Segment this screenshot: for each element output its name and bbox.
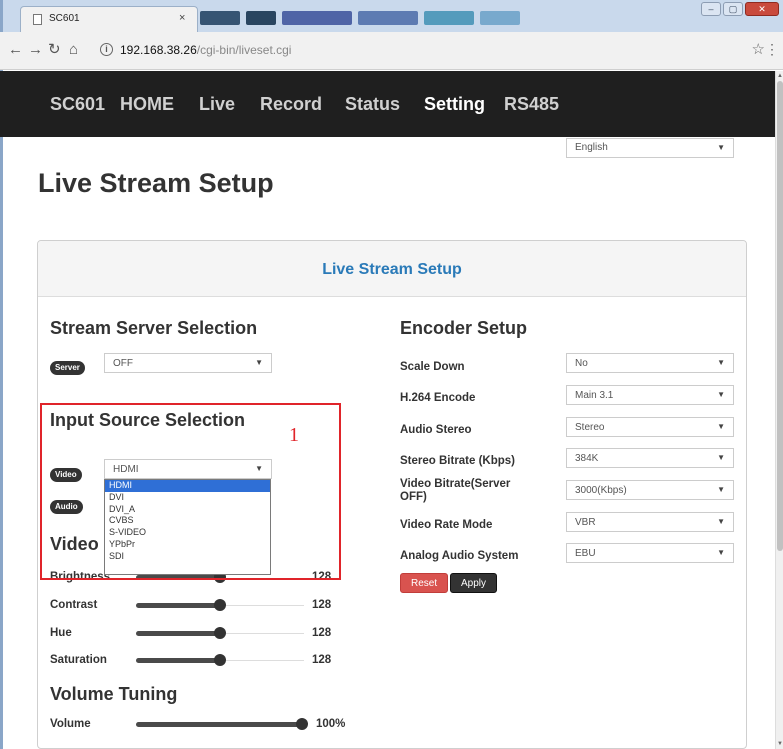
contrast-slider-fill [136, 603, 220, 608]
url-host-text: 192.168.38.26 [120, 43, 197, 57]
scroll-down-icon[interactable]: ▼ [776, 741, 783, 747]
page-scrollbar[interactable]: ▲ ▼ [775, 71, 783, 749]
audio-stereo-value: Stereo [575, 422, 605, 433]
chevron-down-icon: ▼ [717, 548, 725, 557]
home-icon[interactable]: ⌂ [69, 41, 78, 59]
analog-audio-system-select[interactable]: EBU ▼ [566, 543, 734, 563]
language-value: English [575, 142, 608, 153]
analog-audio-system-value: EBU [575, 548, 596, 559]
scroll-thumb[interactable] [777, 81, 783, 551]
server-select-value: OFF [113, 358, 133, 369]
browser-tab[interactable]: SC601 × [20, 6, 198, 32]
stereo-bitrate-label: Stereo Bitrate (Kbps) [400, 455, 516, 467]
scale-down-label: Scale Down [400, 361, 465, 373]
volume-slider-handle[interactable] [296, 718, 308, 730]
nav-home[interactable]: HOME [120, 94, 174, 115]
scroll-up-icon[interactable]: ▲ [776, 73, 783, 79]
server-badge: Server [50, 361, 85, 375]
nav-live[interactable]: Live [199, 94, 235, 115]
panel-header: Live Stream Setup [38, 241, 746, 297]
server-select[interactable]: OFF ▼ [104, 353, 272, 373]
close-tab-icon[interactable]: × [179, 12, 185, 24]
audio-stereo-label: Audio Stereo [400, 424, 472, 436]
video-rate-mode-select[interactable]: VBR ▼ [566, 512, 734, 532]
reload-icon[interactable]: ↻ [48, 41, 61, 59]
nav-brand[interactable]: SC601 [50, 94, 105, 115]
page-icon [33, 14, 42, 25]
window-close-button[interactable]: ✕ [745, 2, 779, 16]
saturation-label: Saturation [50, 654, 107, 666]
video-bitrate-select[interactable]: 3000(Kbps) ▼ [566, 480, 734, 500]
chevron-down-icon: ▼ [717, 485, 725, 494]
stereo-bitrate-value: 384K [575, 453, 599, 464]
chevron-down-icon: ▼ [717, 358, 725, 367]
hue-value: 128 [312, 627, 332, 639]
encoder-setup-title: Encoder Setup [400, 318, 528, 338]
minimize-button[interactable]: – [701, 2, 721, 16]
contrast-slider-track [226, 605, 304, 606]
saturation-slider-track [226, 660, 304, 661]
hue-slider-track [226, 633, 304, 634]
chevron-down-icon: ▼ [717, 453, 725, 462]
browser-toolbar: ← → ↻ ⌂ i 192.168.38.26/cgi-bin/liveset.… [0, 32, 783, 70]
saturation-value: 128 [312, 654, 332, 666]
chevron-down-icon: ▼ [717, 143, 725, 152]
volume-slider-fill [136, 722, 304, 727]
other-tabs [200, 8, 560, 28]
url-host: 192.168.38.26/cgi-bin/liveset.cgi [120, 43, 291, 57]
browser-tab-bar: SC601 × – ▢ ✕ [0, 0, 783, 32]
top-navbar: SC601 HOME Live Record Status Setting RS… [0, 71, 775, 137]
chevron-down-icon: ▼ [717, 422, 725, 431]
tab-title: SC601 [49, 13, 80, 24]
back-arrow-icon[interactable]: ← [8, 41, 23, 59]
maximize-button[interactable]: ▢ [723, 2, 743, 16]
volume-tuning-title: Volume Tuning [50, 684, 178, 704]
hue-slider-fill [136, 631, 220, 636]
h264-encode-value: Main 3.1 [575, 390, 614, 401]
annotation-number: 1 [289, 424, 299, 446]
volume-value: 100% [316, 718, 346, 730]
window-controls: – ▢ ✕ [701, 2, 779, 16]
video-bitrate-value: 3000(Kbps) [575, 485, 627, 496]
reset-button[interactable]: Reset [400, 573, 449, 593]
info-icon[interactable]: i [100, 43, 113, 56]
volume-label: Volume [50, 718, 91, 730]
scale-down-value: No [575, 358, 588, 369]
nav-status[interactable]: Status [345, 94, 400, 115]
video-bitrate-label: Video Bitrate(Server OFF) [400, 478, 511, 503]
nav-rs485[interactable]: RS485 [504, 94, 559, 115]
audio-stereo-select[interactable]: Stereo ▼ [566, 417, 734, 437]
h264-encode-label: H.264 Encode [400, 392, 476, 404]
address-bar[interactable]: i 192.168.38.26/cgi-bin/liveset.cgi [94, 38, 766, 64]
contrast-value: 128 [312, 599, 332, 611]
contrast-slider-handle[interactable] [214, 599, 226, 611]
scale-down-select[interactable]: No ▼ [566, 353, 734, 373]
chevron-down-icon: ▼ [717, 390, 725, 399]
hue-slider-handle[interactable] [214, 627, 226, 639]
video-rate-mode-value: VBR [575, 517, 596, 528]
contrast-label: Contrast [50, 599, 98, 611]
apply-button[interactable]: Apply [450, 573, 498, 593]
stereo-bitrate-select[interactable]: 384K ▼ [566, 448, 734, 468]
analog-audio-system-label: Analog Audio System [400, 550, 519, 562]
nav-record[interactable]: Record [260, 94, 322, 115]
h264-encode-select[interactable]: Main 3.1 ▼ [566, 385, 734, 405]
chevron-down-icon: ▼ [717, 517, 725, 526]
panel-title: Live Stream Setup [322, 261, 462, 278]
url-path: /cgi-bin/liveset.cgi [196, 43, 292, 57]
menu-dots-icon[interactable]: ⋮ [765, 41, 779, 58]
nav-setting[interactable]: Setting [424, 94, 485, 115]
saturation-slider-handle[interactable] [214, 654, 226, 666]
bookmark-star-icon[interactable]: ☆ [752, 40, 765, 58]
forward-arrow-icon[interactable]: → [28, 41, 43, 59]
saturation-slider-fill [136, 658, 220, 663]
page-title: Live Stream Setup [38, 168, 274, 198]
hue-label: Hue [50, 627, 72, 639]
language-select[interactable]: English ▼ [566, 138, 734, 158]
chevron-down-icon: ▼ [255, 358, 263, 367]
video-rate-mode-label: Video Rate Mode [400, 519, 493, 531]
stream-server-title: Stream Server Selection [50, 318, 258, 338]
